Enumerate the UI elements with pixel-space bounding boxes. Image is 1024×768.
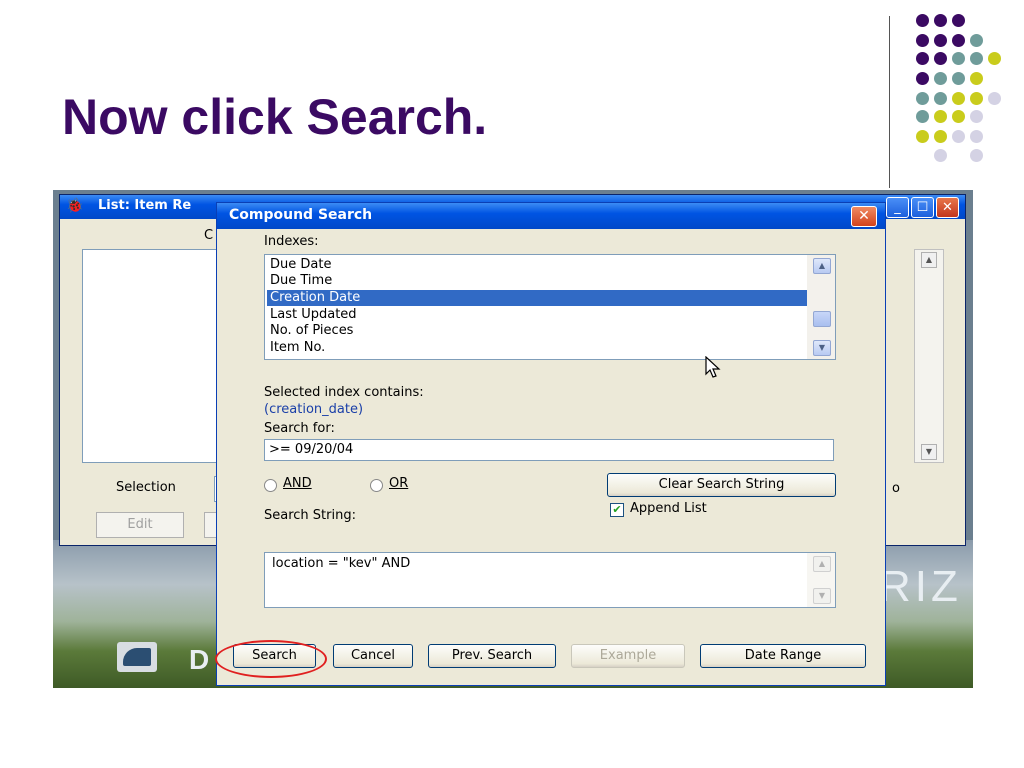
decor-dot xyxy=(934,130,947,143)
indexes-listbox[interactable]: Due Date Due Time Creation Date Last Upd… xyxy=(264,254,836,360)
decor-dot xyxy=(952,110,965,123)
decor-dot xyxy=(970,110,983,123)
scroll-up-icon[interactable]: ▲ xyxy=(813,258,831,274)
scroll-up-icon[interactable]: ▲ xyxy=(813,556,831,572)
search-string-scrollbar[interactable]: ▲ ▼ xyxy=(807,553,835,607)
scroll-down-icon[interactable]: ▼ xyxy=(813,588,831,604)
search-string-value: location = "kev" AND xyxy=(272,556,411,571)
index-option-selected[interactable]: Creation Date xyxy=(267,290,808,306)
clear-search-string-button[interactable]: Clear Search String xyxy=(607,473,836,497)
decor-dot xyxy=(970,72,983,85)
decor-dot xyxy=(916,92,929,105)
maximize-button[interactable]: ☐ xyxy=(911,197,934,218)
decor-dot xyxy=(916,130,929,143)
index-option[interactable]: Due Date xyxy=(267,257,808,273)
search-string-textarea[interactable]: location = "kev" AND ▲ ▼ xyxy=(264,552,836,608)
decor-dot xyxy=(952,34,965,47)
date-range-button[interactable]: Date Range xyxy=(700,644,866,668)
search-string-label: Search String: xyxy=(264,508,356,523)
decor-dot xyxy=(934,52,947,65)
compound-search-dialog: Compound Search ✕ Indexes: Due Date Due … xyxy=(216,202,886,686)
append-list-checkbox[interactable]: ✔ xyxy=(610,503,624,517)
decor-dot xyxy=(934,149,947,162)
and-label-text: AND xyxy=(283,476,312,491)
slide-divider xyxy=(889,16,890,188)
index-option[interactable]: Item No. xyxy=(267,340,808,356)
decor-dot xyxy=(916,72,929,85)
decor-dot xyxy=(970,92,983,105)
scroll-down-icon[interactable]: ▼ xyxy=(813,340,831,356)
item-list-scrollbar[interactable]: ▲ ▼ xyxy=(914,249,944,463)
or-label-text: OR xyxy=(389,476,409,491)
decor-dot xyxy=(970,52,983,65)
decor-dot xyxy=(916,52,929,65)
indexes-scrollbar[interactable]: ▲ ▼ xyxy=(807,255,835,359)
decor-dot xyxy=(970,34,983,47)
decor-dot xyxy=(952,52,965,65)
dialog-title: Compound Search xyxy=(229,207,373,223)
decor-dot xyxy=(952,130,965,143)
list-window-title: List: Item Re xyxy=(98,198,192,213)
decor-dot xyxy=(952,72,965,85)
and-label[interactable]: AND xyxy=(283,476,312,491)
list-column-label: C xyxy=(204,228,214,243)
decor-dot xyxy=(916,110,929,123)
index-option[interactable]: Last Updated xyxy=(267,307,808,323)
decor-dot xyxy=(952,14,965,27)
or-label[interactable]: OR xyxy=(389,476,408,491)
screenshot-frame: RIZ D 🐞 List: Item Re _ ☐ ✕ C ▲ ▼ Select… xyxy=(53,190,973,688)
selected-index-label: Selected index contains: xyxy=(264,385,424,400)
decor-dot xyxy=(970,130,983,143)
scroll-down-icon[interactable]: ▼ xyxy=(921,444,937,460)
item-list[interactable] xyxy=(82,249,222,463)
decor-dot xyxy=(952,92,965,105)
cancel-button[interactable]: Cancel xyxy=(333,644,413,668)
decor-dot xyxy=(934,110,947,123)
highlight-circle xyxy=(215,640,327,678)
index-option[interactable]: No. of Pieces xyxy=(267,323,808,339)
edit-button[interactable]: Edit xyxy=(96,512,184,538)
append-list-label[interactable]: Append List xyxy=(630,501,707,516)
desktop-background-text: RIZ xyxy=(879,562,962,611)
indexes-label: Indexes: xyxy=(264,234,319,249)
scroll-up-icon[interactable]: ▲ xyxy=(921,252,937,268)
minimize-button[interactable]: _ xyxy=(886,197,909,218)
decor-dot xyxy=(916,14,929,27)
decorative-dot-grid xyxy=(904,14,1014,164)
index-option[interactable]: Due Time xyxy=(267,273,808,289)
mouse-cursor-icon xyxy=(705,356,721,378)
dialog-close-button[interactable]: ✕ xyxy=(851,206,877,227)
prev-search-button[interactable]: Prev. Search xyxy=(428,644,556,668)
decor-dot xyxy=(988,92,1001,105)
example-button: Example xyxy=(571,644,685,668)
and-radio[interactable] xyxy=(264,479,277,492)
app-logo-icon xyxy=(117,642,157,672)
or-radio[interactable] xyxy=(370,479,383,492)
decor-dot xyxy=(934,34,947,47)
selected-index-value: (creation_date) xyxy=(264,402,364,417)
decor-dot xyxy=(934,92,947,105)
slide-title: Now click Search. xyxy=(62,89,488,145)
decor-dot xyxy=(988,52,1001,65)
app-icon: 🐞 xyxy=(66,198,84,214)
dialog-titlebar[interactable]: Compound Search ✕ xyxy=(217,203,885,229)
desktop-logo-letter: D xyxy=(189,644,210,675)
decor-dot xyxy=(970,149,983,162)
decor-dot xyxy=(916,34,929,47)
search-for-input[interactable] xyxy=(264,439,834,461)
decor-dot xyxy=(934,14,947,27)
scroll-thumb[interactable] xyxy=(813,311,831,327)
selection-label: Selection xyxy=(116,480,176,495)
partial-label: o xyxy=(892,481,900,496)
search-for-label: Search for: xyxy=(264,421,335,436)
decor-dot xyxy=(934,72,947,85)
close-button[interactable]: ✕ xyxy=(936,197,959,218)
